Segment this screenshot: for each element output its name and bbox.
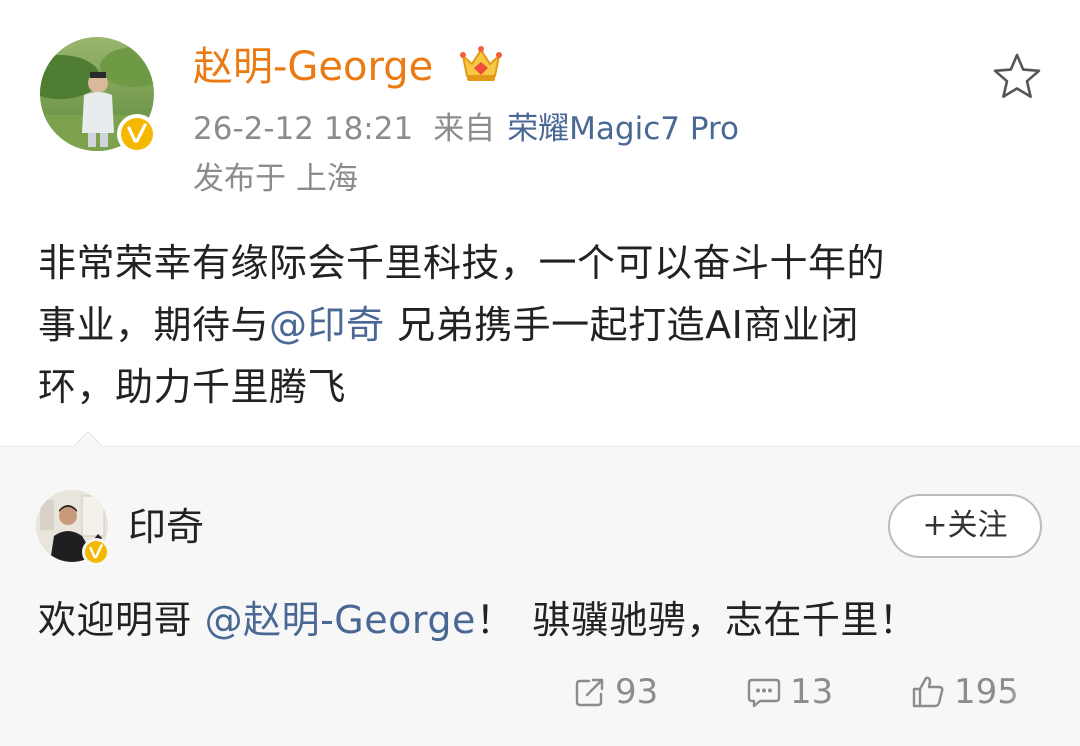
verified-badge bbox=[117, 114, 157, 154]
post-text-fragment: 兄弟携手一起打造AI商业闭 bbox=[384, 303, 859, 347]
star-icon bbox=[993, 53, 1041, 98]
repost-author-name[interactable]: 印奇 bbox=[128, 500, 204, 554]
post-location: 发布于 上海 bbox=[193, 161, 358, 197]
repost-pointer bbox=[74, 433, 102, 447]
author-name[interactable]: 赵明-George bbox=[193, 38, 433, 96]
weibo-post-screen: 赵明-George 26-2-12 18:21 来自 荣耀Magic7 Pro 发布… bbox=[0, 0, 1080, 746]
repost-count: 93 bbox=[615, 672, 659, 712]
post-text-fragment: 事业，期待与 bbox=[38, 303, 270, 347]
repost-text-fragment: 骐骥驰骋，志在千里！ bbox=[532, 598, 918, 642]
mention-link[interactable]: @赵明-George bbox=[205, 598, 476, 642]
thumbs-up-icon bbox=[912, 676, 944, 708]
like-action-button[interactable]: 195 bbox=[910, 668, 1019, 716]
post-text-line: 事业，期待与@印奇 兄弟携手一起打造AI商业闭 bbox=[38, 294, 1043, 356]
comment-action-button[interactable]: 13 bbox=[746, 668, 833, 716]
mention-link[interactable]: @印奇 bbox=[269, 303, 385, 347]
favorite-button[interactable] bbox=[990, 50, 1044, 104]
post-timestamp: 26-2-12 18:21 bbox=[193, 111, 414, 147]
crown-badge-icon[interactable] bbox=[459, 42, 503, 86]
repost-action-button[interactable]: 93 bbox=[573, 668, 658, 716]
share-icon bbox=[575, 678, 604, 707]
device-link[interactable]: 荣耀Magic7 Pro bbox=[507, 111, 739, 147]
verified-badge bbox=[82, 538, 110, 566]
post-text: 非常荣幸有缘际会千里科技，一个可以奋斗十年的 事业，期待与@印奇 兄弟携手一起打… bbox=[38, 232, 1043, 418]
follow-button[interactable]: +关注 bbox=[888, 494, 1042, 558]
comment-icon bbox=[747, 678, 781, 708]
repost-text-fragment: ！ bbox=[475, 598, 515, 642]
verified-badge-icon bbox=[85, 541, 107, 563]
post-text-line: 环，助力千里腾飞 bbox=[38, 365, 347, 409]
verified-badge-icon bbox=[121, 118, 153, 150]
repost-text-fragment: 欢迎明哥 bbox=[38, 598, 205, 642]
repost-text: 欢迎明哥 @赵明-George！ 骐骥驰骋，志在千里！ bbox=[38, 591, 917, 649]
post-text-line: 非常荣幸有缘际会千里科技，一个可以奋斗十年的 bbox=[38, 241, 886, 285]
from-label: 来自 bbox=[433, 111, 496, 147]
post-meta: 26-2-12 18:21 来自 荣耀Magic7 Pro bbox=[193, 107, 739, 151]
comment-count: 13 bbox=[790, 672, 834, 712]
watermark-fade bbox=[1008, 688, 1080, 746]
